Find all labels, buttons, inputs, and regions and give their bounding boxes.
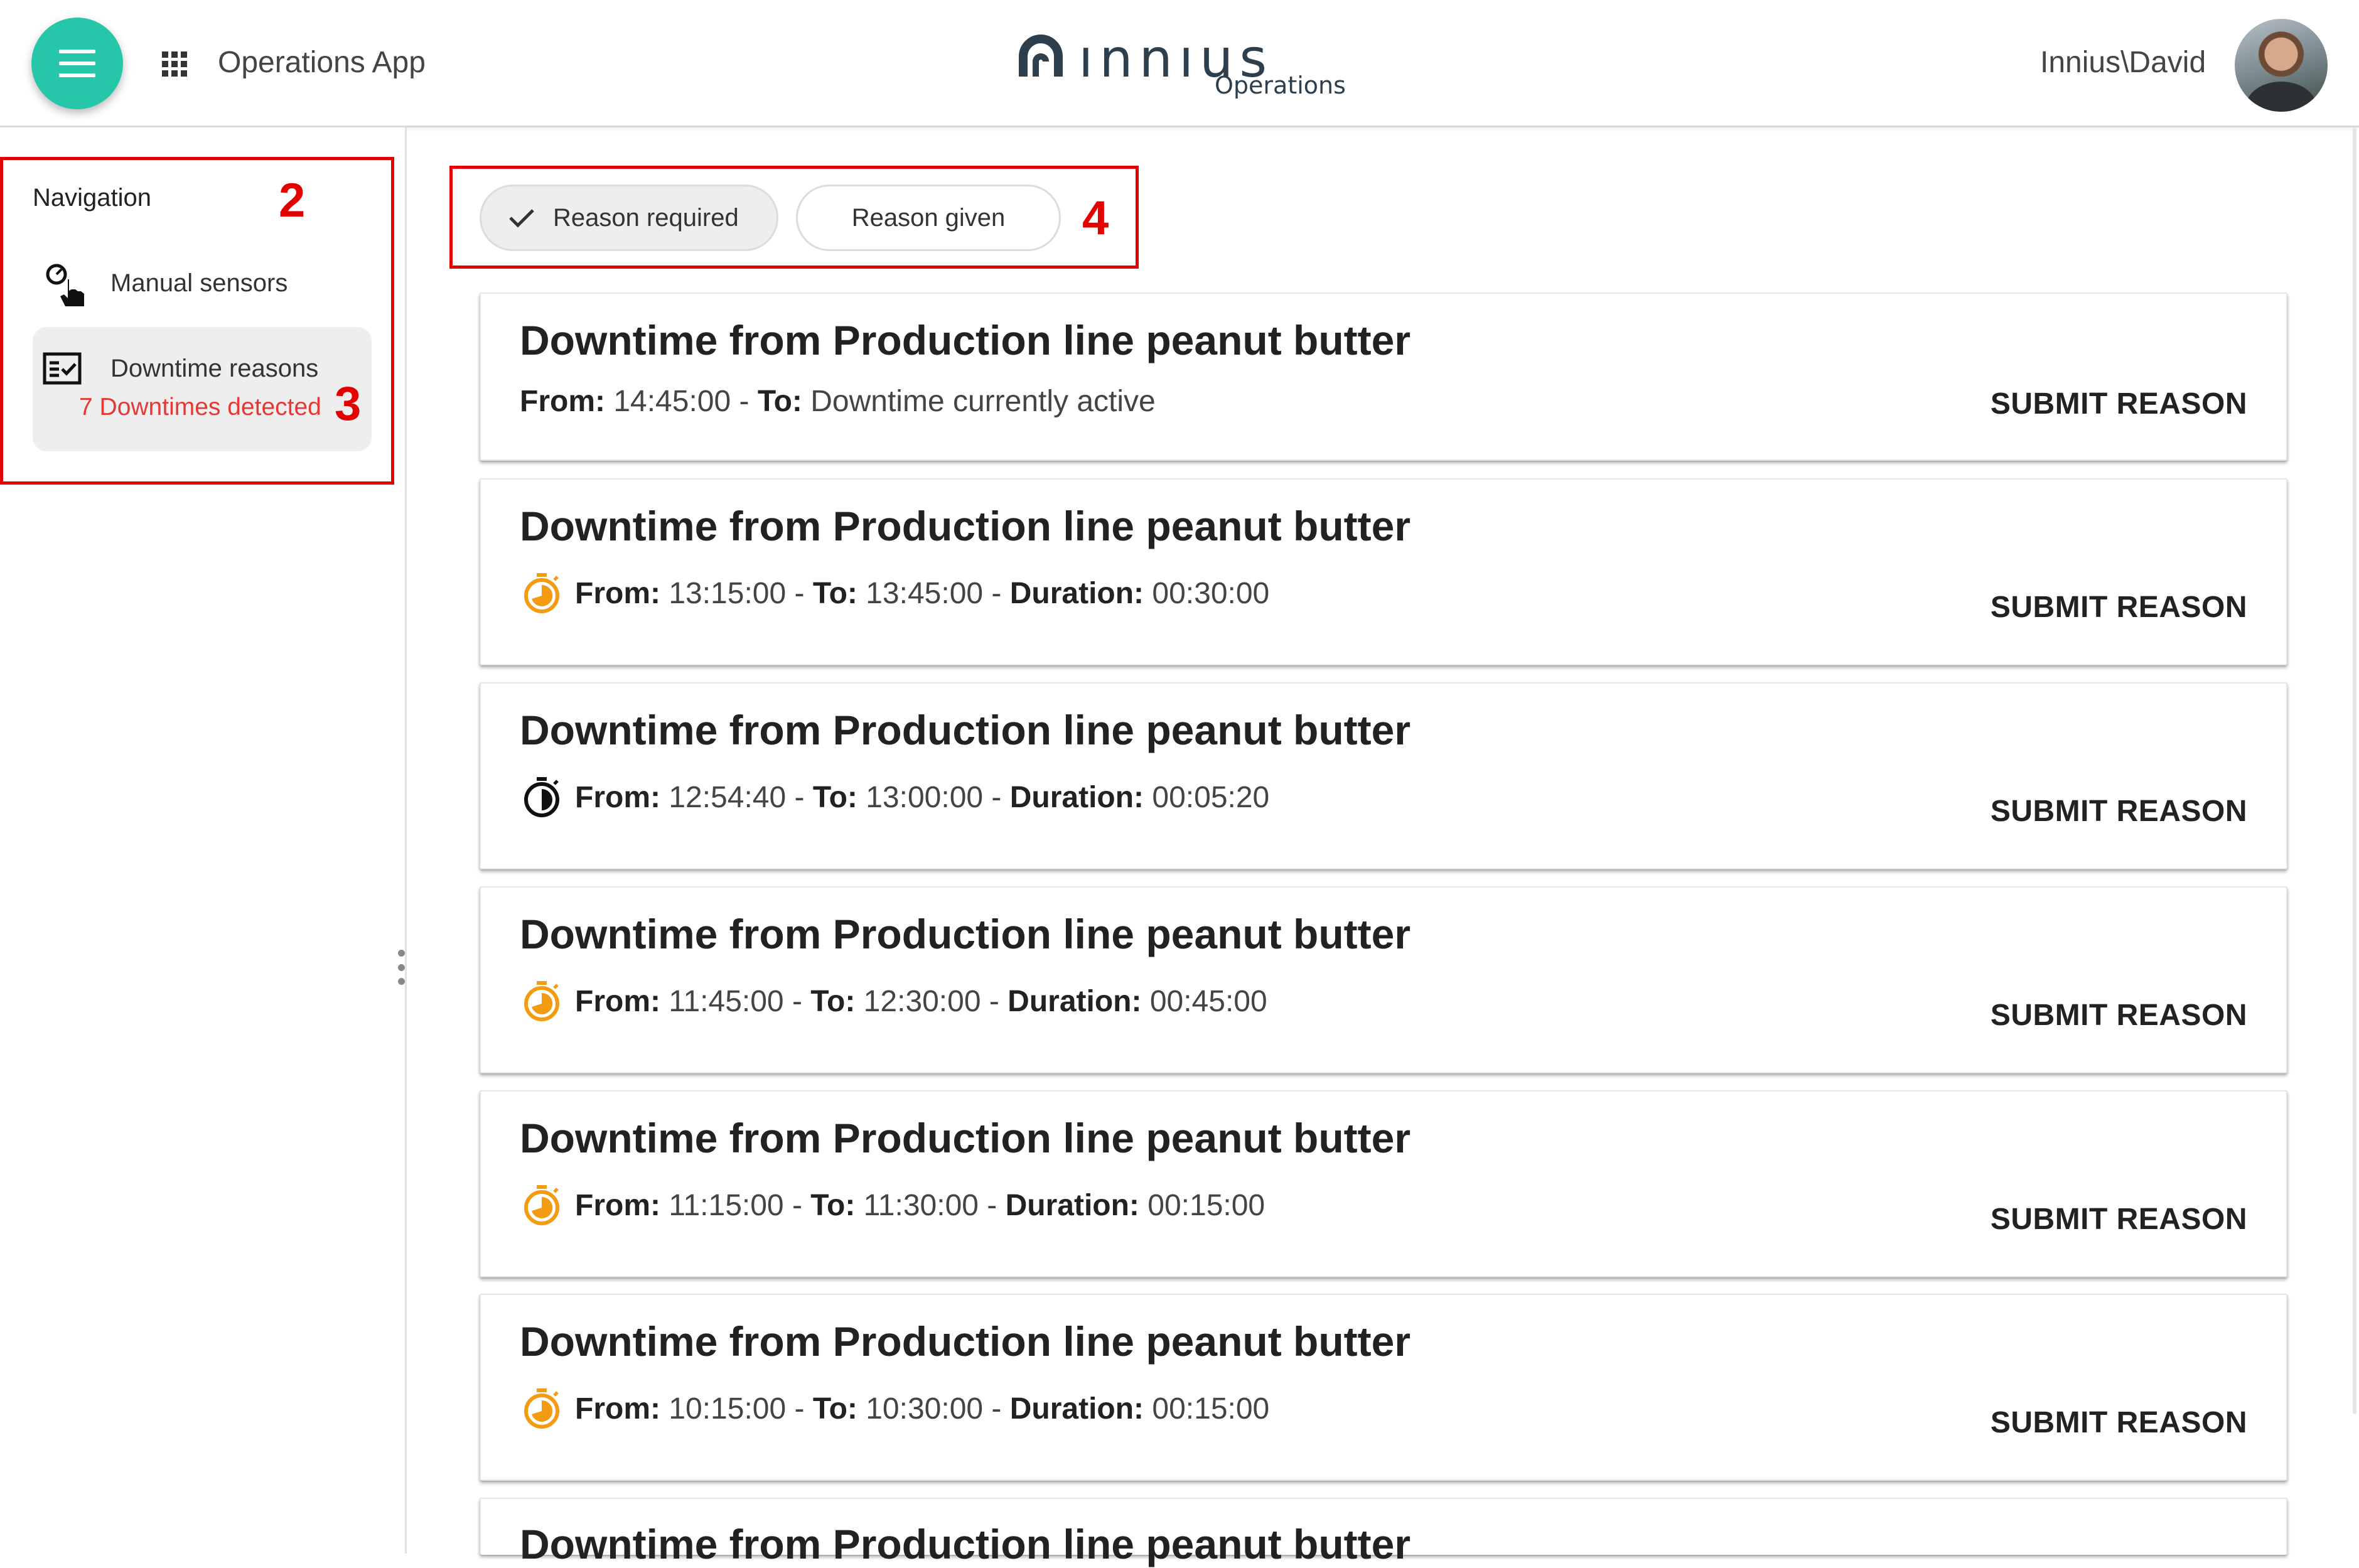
submit-reason-button[interactable]: SUBMIT REASON [1991, 1202, 2247, 1237]
stopwatch-orange-icon [524, 981, 559, 1021]
downtime-card: Downtime from Production line peanut but… [480, 1090, 2287, 1277]
main-scrollbar[interactable] [2353, 127, 2356, 1414]
menu-icon [59, 50, 95, 77]
downtime-title: Downtime from Production line peanut but… [520, 707, 1411, 753]
downtime-times: From: 11:45:00 - To: 12:30:00 - Duration… [520, 979, 1267, 1023]
app-header: Operations App ınnıus Operations Innius\… [0, 0, 2359, 127]
annotation-number: 2 [279, 174, 306, 227]
chip-label: Reason given [851, 203, 1006, 232]
downtime-card: Downtime from Production line peanut but… [480, 1294, 2287, 1481]
downtime-card: Downtime from Production line peanut but… [480, 478, 2287, 665]
downtime-title: Downtime from Production line peanut but… [520, 503, 1411, 549]
stopwatch-orange-icon [524, 573, 559, 613]
avatar[interactable] [2235, 19, 2328, 112]
downtime-card: Downtime from Production line peanut but… [480, 293, 2287, 461]
downtime-card: Downtime from Production line peanut but… [480, 1498, 2287, 1567]
logo-subtitle: Operations [1215, 72, 1346, 99]
annotation-number: 3 [335, 377, 362, 431]
downtime-title: Downtime from Production line peanut but… [520, 911, 1411, 957]
innius-logo: ınnıus Operations [1017, 28, 1346, 103]
annotation-box-navigation [0, 157, 394, 485]
submit-reason-button[interactable]: SUBMIT REASON [1991, 387, 2247, 421]
submit-reason-button[interactable]: SUBMIT REASON [1991, 794, 2247, 829]
downtime-card: Downtime from Production line peanut but… [480, 682, 2287, 869]
app-name: Operations App [218, 46, 426, 79]
menu-button[interactable] [31, 18, 123, 109]
downtime-times: From: 14:45:00 - To: Downtime currently … [520, 385, 1156, 418]
filter-chip-reason-given[interactable]: Reason given [796, 185, 1061, 251]
sidebar-resize-handle[interactable] [397, 950, 405, 985]
downtime-times: From: 11:15:00 - To: 11:30:00 - Duration… [520, 1183, 1265, 1227]
submit-reason-button[interactable]: SUBMIT REASON [1991, 998, 2247, 1033]
downtime-title: Downtime from Production line peanut but… [520, 317, 1411, 363]
innius-logo-icon [1019, 35, 1063, 77]
downtime-title: Downtime from Production line peanut but… [520, 1115, 1411, 1161]
submit-reason-button[interactable]: SUBMIT REASON [1991, 590, 2247, 625]
stopwatch-orange-icon [524, 1185, 559, 1225]
submit-reason-button[interactable]: SUBMIT REASON [1991, 1405, 2247, 1440]
chip-label: Reason required [553, 203, 739, 232]
downtime-title: Downtime from Production line peanut but… [520, 1521, 1411, 1567]
downtime-card: Downtime from Production line peanut but… [480, 886, 2287, 1073]
filter-chip-reason-required[interactable]: Reason required [480, 185, 778, 251]
downtime-title: Downtime from Production line peanut but… [520, 1318, 1411, 1365]
downtime-times: From: 12:54:40 - To: 13:00:00 - Duration… [520, 775, 1269, 819]
check-icon [509, 209, 534, 228]
annotation-number: 4 [1082, 191, 1109, 245]
username[interactable]: Innius\David [2040, 45, 2206, 80]
downtime-times: From: 13:15:00 - To: 13:45:00 - Duration… [520, 571, 1269, 615]
downtime-times: From: 10:15:00 - To: 10:30:00 - Duration… [520, 1387, 1269, 1431]
stopwatch-orange-icon [524, 1388, 559, 1429]
apps-grid-icon[interactable] [162, 51, 187, 77]
stopwatch-black-icon [524, 777, 559, 817]
